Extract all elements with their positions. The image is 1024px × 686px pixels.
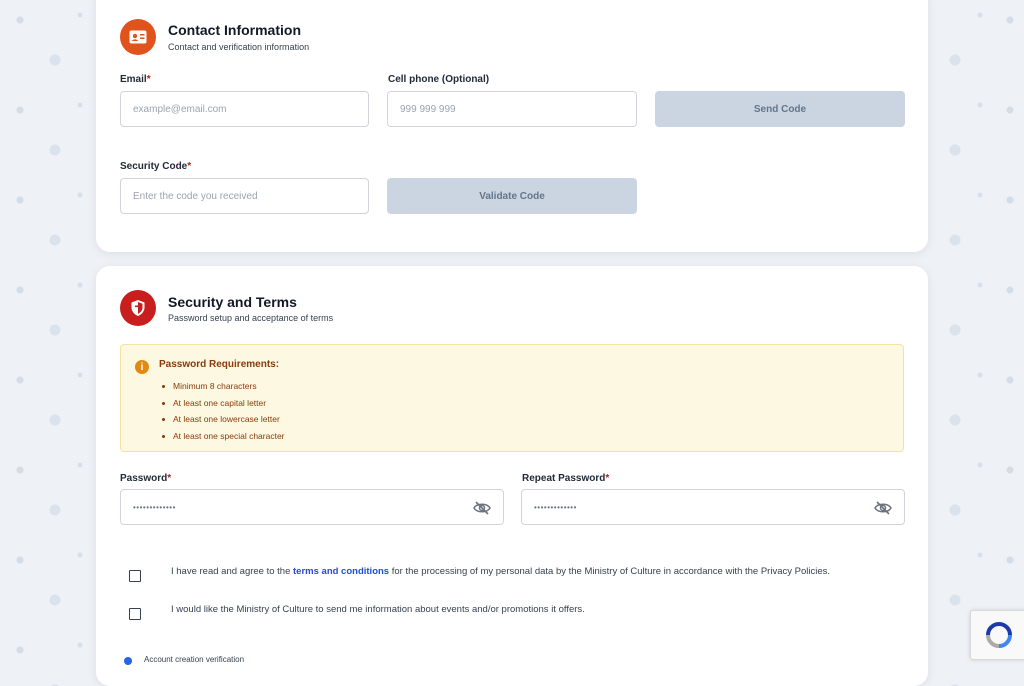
contact-section-title: Contact Information <box>168 22 301 38</box>
eye-slash-icon[interactable] <box>874 500 892 516</box>
terms-checkbox[interactable] <box>129 570 141 582</box>
requirement-item: At least one lowercase letter <box>162 411 285 428</box>
security-section-subtitle: Password setup and acceptance of terms <box>168 313 334 323</box>
promotions-checkbox[interactable] <box>129 608 141 620</box>
validate-code-button[interactable]: Validate Code <box>387 178 637 214</box>
security-code-field[interactable] <box>120 178 369 214</box>
repeat-password-label: Repeat Password* <box>522 473 610 484</box>
security-section-title: Security and Terms <box>168 294 297 310</box>
repeat-password-value: ••••••••••••• <box>534 502 577 512</box>
email-label: Email* <box>120 74 151 85</box>
password-requirements-list: Minimum 8 characters At least one capita… <box>162 378 285 445</box>
email-field[interactable] <box>120 91 369 127</box>
info-icon: i <box>135 360 149 374</box>
send-code-button[interactable]: Send Code <box>655 91 905 127</box>
requirement-item: At least one special character <box>162 428 285 445</box>
required-mark: * <box>605 473 610 484</box>
password-value: ••••••••••••• <box>133 502 176 512</box>
repeat-password-field[interactable]: ••••••••••••• <box>521 489 905 525</box>
contact-information-card: Contact Information Contact and verifica… <box>96 0 928 252</box>
password-requirements-title: Password Requirements: <box>159 359 280 370</box>
required-mark: * <box>146 74 151 85</box>
required-mark: * <box>187 161 192 172</box>
shield-icon <box>120 290 156 326</box>
verification-text: Account creation verification <box>144 655 245 664</box>
cell-phone-field[interactable] <box>387 91 637 127</box>
cell-phone-label: Cell phone (Optional) <box>388 74 490 85</box>
id-card-icon <box>120 19 156 55</box>
requirement-item: Minimum 8 characters <box>162 378 285 395</box>
promotions-text: I would like the Ministry of Culture to … <box>171 604 585 615</box>
requirement-item: At least one capital letter <box>162 395 285 412</box>
contact-section-subtitle: Contact and verification information <box>168 42 310 52</box>
password-field[interactable]: ••••••••••••• <box>120 489 504 525</box>
password-label: Password* <box>120 473 172 484</box>
recaptcha-icon <box>986 622 1012 648</box>
required-mark: * <box>167 473 172 484</box>
password-requirements-notice: i Password Requirements: Minimum 8 chara… <box>120 344 904 452</box>
recaptcha-badge[interactable] <box>970 610 1024 660</box>
terms-and-conditions-link[interactable]: terms and conditions <box>293 566 389 577</box>
terms-text: I have read and agree to the terms and c… <box>171 566 830 577</box>
eye-slash-icon[interactable] <box>473 500 491 516</box>
security-code-label: Security Code* <box>120 161 192 172</box>
security-and-terms-card: Security and Terms Password setup and ac… <box>96 266 928 686</box>
